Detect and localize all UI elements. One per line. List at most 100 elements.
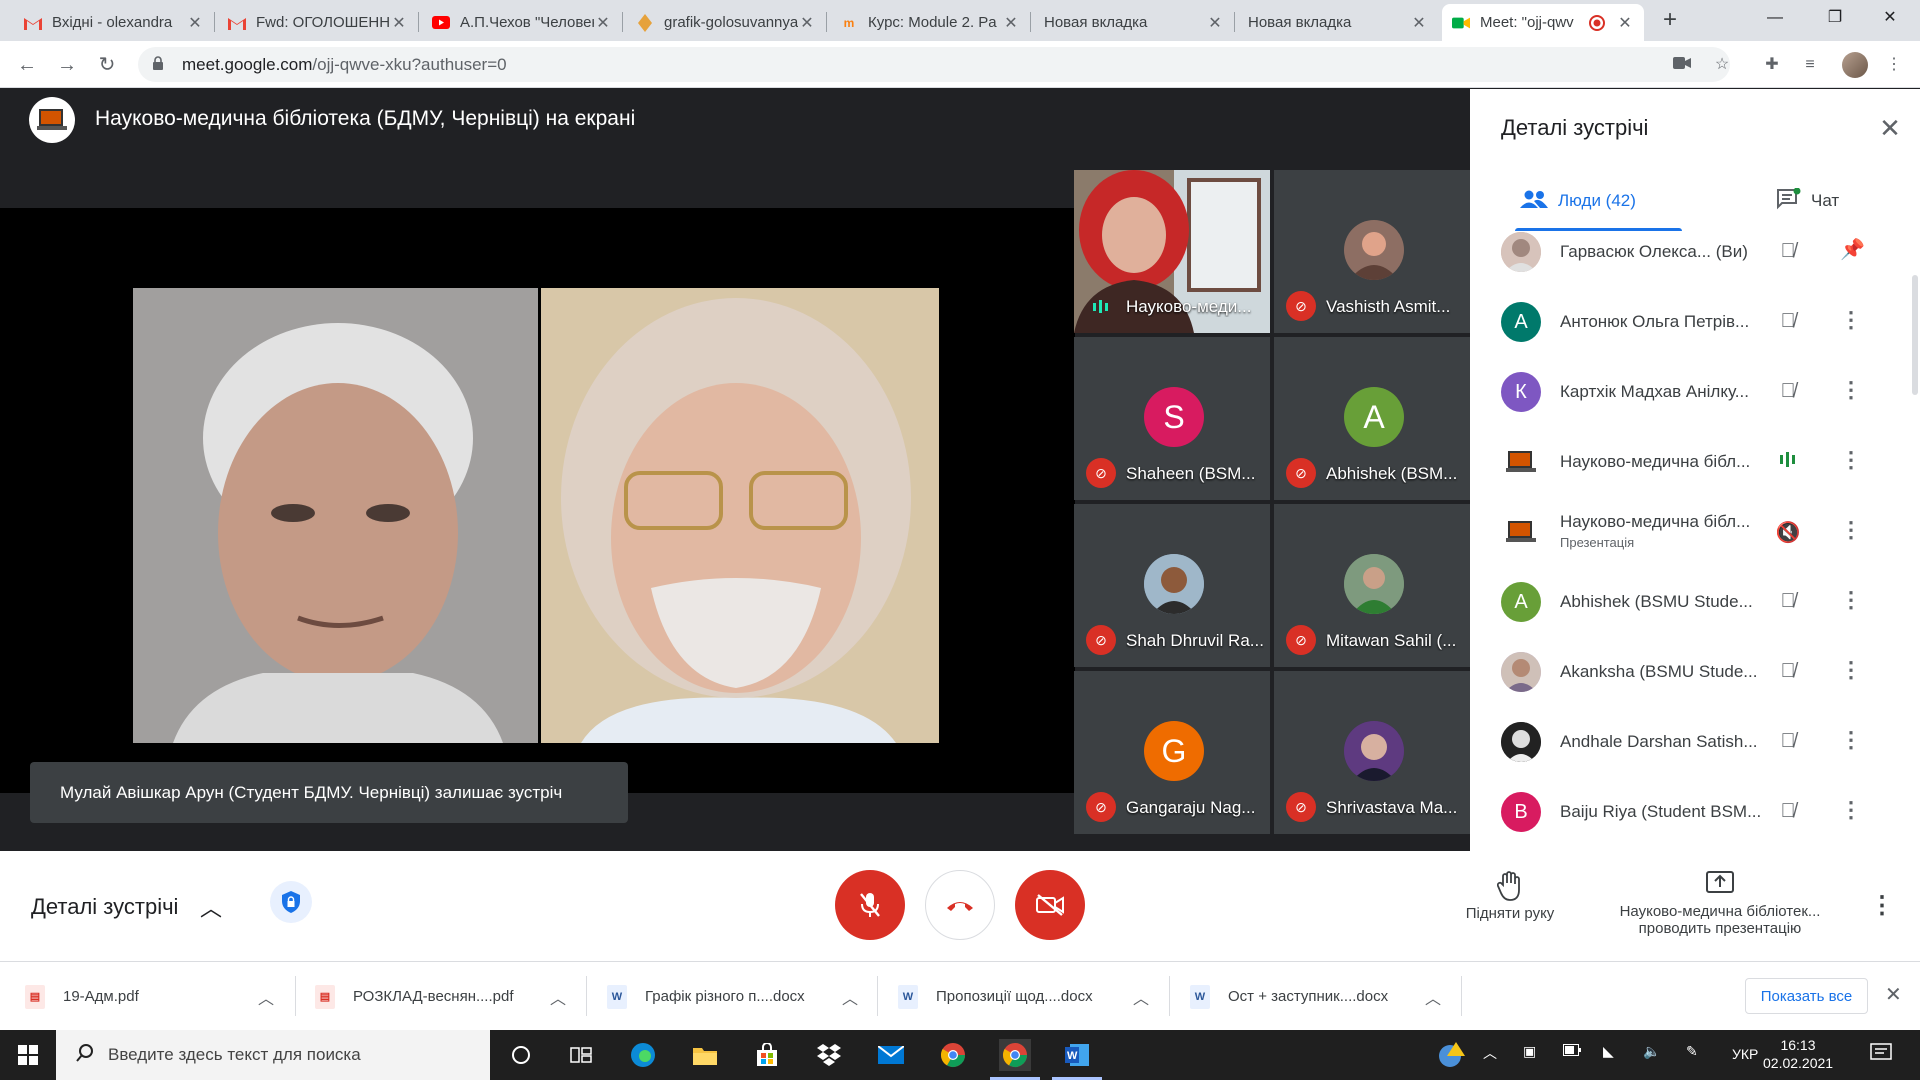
presenting-button[interactable]: Науково-медична бібліотек... проводить п… (1595, 871, 1845, 937)
chevron-up-icon[interactable]: ︿ (1133, 985, 1149, 1009)
profile-avatar[interactable] (1842, 52, 1868, 78)
camera-icon[interactable] (1670, 53, 1694, 77)
list-item[interactable]: Науково-медична бібл... Презентація 🔇 ⋮ (1470, 497, 1920, 567)
chevron-up-icon[interactable]: ︿ (550, 985, 566, 1009)
participant-tile[interactable]: A ⊘ Abhishek (BSM... (1274, 337, 1470, 500)
close-icon[interactable]: ✕ (594, 13, 612, 33)
more-options-icon[interactable]: ⋮ (1840, 377, 1862, 407)
download-item[interactable]: W Пропозиції щод....docx ︿ (898, 962, 1153, 1031)
chrome-icon[interactable] (937, 1039, 969, 1071)
pen-icon[interactable]: ✎ (1686, 1043, 1698, 1060)
raise-hand-button[interactable]: Підняти руку (1455, 871, 1565, 922)
close-icon[interactable]: ✕ (1002, 13, 1020, 33)
close-icon[interactable]: ✕ (1885, 982, 1902, 1007)
notifications-icon[interactable] (1870, 1043, 1892, 1066)
taskbar-search[interactable]: Введите здесь текст для поиска (56, 1030, 490, 1080)
reload-button[interactable]: ↻ (92, 50, 122, 80)
list-item[interactable]: Гарвасюк Олекса... (Ви) 🎙̸ 📌 (1470, 232, 1920, 287)
download-item[interactable]: ▤ 19-Адм.pdf ︿ (25, 962, 280, 1031)
more-options-icon[interactable]: ⋮ (1840, 797, 1862, 827)
close-icon[interactable]: ✕ (1410, 13, 1428, 33)
chevron-up-icon[interactable]: ︿ (258, 985, 274, 1009)
more-options-icon[interactable]: ⋮ (1840, 587, 1862, 617)
media-control-icon[interactable]: ≡ (1798, 53, 1822, 77)
back-button[interactable]: ← (12, 50, 42, 80)
download-item[interactable]: W Ост + заступник....docx ︿ (1190, 962, 1445, 1031)
task-view-icon[interactable] (565, 1039, 597, 1071)
more-options-icon[interactable]: ⋮ (1840, 447, 1862, 477)
minimize-button[interactable]: — (1745, 0, 1805, 36)
close-icon[interactable]: ✕ (186, 13, 204, 33)
participant-tile[interactable]: ⊘ Shah Dhruvil Ra... (1074, 504, 1270, 667)
list-item[interactable]: К Картхік Мадхав Анілку... 🎙̸ ⋮ (1470, 357, 1920, 427)
network-device-icon[interactable]: ▣ (1523, 1043, 1536, 1060)
file-explorer-icon[interactable] (689, 1039, 721, 1071)
show-all-button[interactable]: Показать все (1745, 978, 1868, 1014)
mail-icon[interactable] (875, 1039, 907, 1071)
more-options-icon[interactable]: ⋮ (1840, 657, 1862, 687)
chevron-up-icon[interactable]: ︿ (200, 891, 222, 923)
more-options-icon[interactable]: ⋮ (1870, 891, 1894, 920)
more-options-icon[interactable]: ⋮ (1840, 517, 1862, 547)
list-item[interactable]: Науково-медична бібл... ⋮ (1470, 427, 1920, 497)
chevron-up-icon[interactable]: ︿ (1483, 1043, 1497, 1063)
star-icon[interactable]: ☆ (1710, 53, 1734, 77)
close-icon[interactable]: ✕ (1616, 13, 1634, 33)
tab-people[interactable]: Люди (42) (1520, 181, 1636, 221)
forward-button[interactable]: → (52, 50, 82, 80)
close-icon[interactable]: ✕ (798, 13, 816, 33)
browser-tab[interactable]: Fwd: ОГОЛОШЕННЯ ✕ (218, 4, 418, 41)
battery-icon[interactable] (1563, 1043, 1581, 1059)
participant-tile[interactable]: ⊘ Vashisth Asmit... (1274, 170, 1470, 333)
mic-toggle-button[interactable] (835, 870, 905, 940)
close-window-button[interactable]: ✕ (1860, 0, 1920, 36)
store-icon[interactable] (751, 1039, 783, 1071)
more-options-icon[interactable]: ⋮ (1840, 307, 1862, 337)
maximize-button[interactable]: ❐ (1805, 0, 1865, 36)
cortana-icon[interactable] (505, 1039, 537, 1071)
close-icon[interactable]: ✕ (1206, 13, 1224, 33)
host-controls-icon[interactable] (270, 881, 312, 923)
browser-tab[interactable]: m Курс: Module 2. Pa ✕ (830, 4, 1030, 41)
chrome-meet-icon[interactable] (999, 1039, 1031, 1071)
participant-tile[interactable]: ⊘ Shrivastava Ma... (1274, 671, 1470, 834)
more-options-icon[interactable]: ⋮ (1840, 727, 1862, 757)
tab-chat[interactable]: Чат (1777, 181, 1839, 221)
participant-tile[interactable]: Науково-меди... (1074, 170, 1270, 333)
windows-start-icon[interactable] (18, 1045, 38, 1065)
browser-tab-active[interactable]: Meet: "ojj-qwv ✕ (1442, 4, 1644, 41)
list-item[interactable]: Andhale Darshan Satish... 🎙̸ ⋮ (1470, 707, 1920, 777)
system-clock[interactable]: 16:13 02.02.2021 (1763, 1036, 1833, 1072)
close-icon[interactable]: ✕ (1875, 113, 1905, 143)
wifi-icon[interactable]: ◣ (1603, 1043, 1614, 1060)
dropbox-icon[interactable] (813, 1039, 845, 1071)
list-item[interactable]: B Baiju Riya (Student BSM... 🎙̸ ⋮ (1470, 777, 1920, 847)
panel-scrollbar[interactable] (1912, 275, 1918, 395)
chevron-up-icon[interactable]: ︿ (842, 985, 858, 1009)
browser-tab[interactable]: А.П.Чехов "Человек ✕ (422, 4, 622, 41)
list-item[interactable]: A Abhishek (BSMU Stude... 🎙̸ ⋮ (1470, 567, 1920, 637)
browser-tab[interactable]: Новая вкладка ✕ (1034, 4, 1234, 41)
volume-icon[interactable]: 🔈 (1643, 1043, 1660, 1060)
list-item[interactable]: А Антонюк Ольга Петрів... 🎙̸ ⋮ (1470, 287, 1920, 357)
hang-up-button[interactable] (925, 870, 995, 940)
update-warning-icon[interactable] (1436, 1040, 1466, 1073)
close-icon[interactable]: ✕ (390, 13, 408, 33)
browser-tab[interactable]: grafik-golosuvannya ✕ (626, 4, 826, 41)
meeting-details-button[interactable]: Деталі зустрічі (31, 894, 178, 920)
new-tab-button[interactable]: + (1656, 6, 1684, 34)
participant-tile[interactable]: S ⊘ Shaheen (BSM... (1074, 337, 1270, 500)
browser-tab[interactable]: Новая вкладка ✕ (1238, 4, 1438, 41)
language-indicator[interactable]: УКР (1732, 1046, 1758, 1062)
omnibox[interactable]: meet.google.com/ojj-qwve-xku?authuser=0 (138, 47, 1730, 82)
edge-icon[interactable] (627, 1039, 659, 1071)
pin-icon[interactable]: 📌 (1840, 237, 1865, 267)
download-item[interactable]: ▤ РОЗКЛАД-веснян....pdf ︿ (315, 962, 570, 1031)
lock-icon[interactable] (152, 56, 168, 73)
word-icon[interactable]: W (1061, 1039, 1093, 1071)
list-item[interactable]: Akanksha (BSMU Stude... 🎙̸ ⋮ (1470, 637, 1920, 707)
camera-toggle-button[interactable] (1015, 870, 1085, 940)
download-item[interactable]: W Графік різного п....docx ︿ (607, 962, 862, 1031)
browser-tab[interactable]: Вхідні - olexandra ✕ (14, 4, 214, 41)
chevron-up-icon[interactable]: ︿ (1425, 985, 1441, 1009)
